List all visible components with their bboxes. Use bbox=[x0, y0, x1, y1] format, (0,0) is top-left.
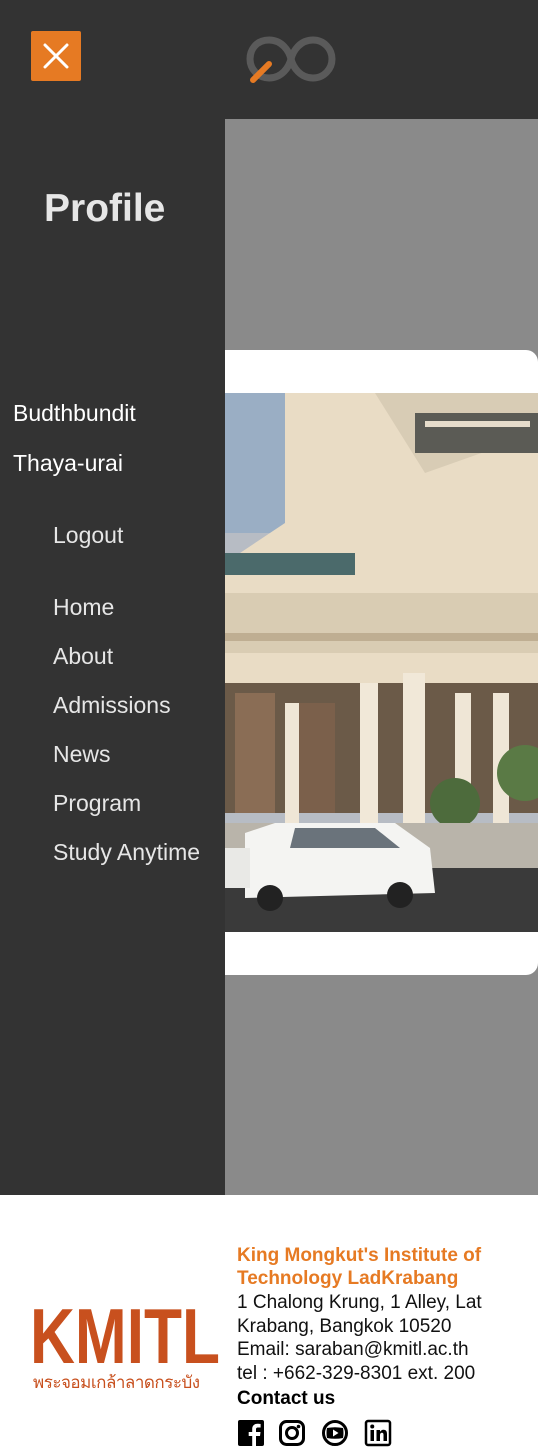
user-first-name: Budthbundit bbox=[13, 400, 136, 426]
facebook-icon[interactable] bbox=[237, 1419, 265, 1447]
instagram-icon[interactable] bbox=[278, 1419, 306, 1447]
nav-link-about[interactable]: About bbox=[53, 643, 113, 670]
hero-card bbox=[225, 350, 538, 975]
nav-link-news[interactable]: News bbox=[53, 741, 111, 768]
nav-link-program[interactable]: Program bbox=[53, 790, 141, 817]
close-icon bbox=[43, 43, 69, 69]
address: 1 Chalong Krung, 1 Alley, Lat Krabang, B… bbox=[237, 1292, 482, 1337]
linkedin-icon[interactable] bbox=[364, 1419, 392, 1447]
sidebar-menu: Profile Budthbundit Thaya-urai Logout Ho… bbox=[0, 119, 225, 1195]
top-bar bbox=[0, 0, 538, 119]
youtube-icon[interactable] bbox=[321, 1419, 349, 1447]
logout-link[interactable]: Logout bbox=[53, 522, 123, 549]
nav-link-study-anytime[interactable]: Study Anytime bbox=[53, 839, 200, 866]
email: Email: saraban@kmitl.ac.th bbox=[237, 1339, 469, 1360]
nav-link-home[interactable]: Home bbox=[53, 594, 114, 621]
campus-building-image bbox=[225, 393, 538, 932]
nav-link-admissions[interactable]: Admissions bbox=[53, 692, 171, 719]
infinity-logo-icon[interactable] bbox=[246, 30, 336, 90]
close-menu-button[interactable] bbox=[31, 31, 81, 81]
profile-title: Profile bbox=[44, 187, 166, 230]
footer: KMITL พระจอมเกล้าลาดกระบัง King Mongkut'… bbox=[0, 1195, 538, 1452]
telephone: tel : +662-329-8301 ext. 200 bbox=[237, 1363, 476, 1384]
contact-us-heading: Contact us bbox=[237, 1388, 336, 1409]
institute-name: King Mongkut's Institute of Technology L… bbox=[237, 1245, 482, 1289]
svg-text:KMITL: KMITL bbox=[30, 1295, 220, 1380]
user-last-name: Thaya-urai bbox=[13, 450, 123, 476]
kmitl-logo-thai-text: พระจอมเกล้าลาดกระบัง bbox=[33, 1373, 200, 1393]
